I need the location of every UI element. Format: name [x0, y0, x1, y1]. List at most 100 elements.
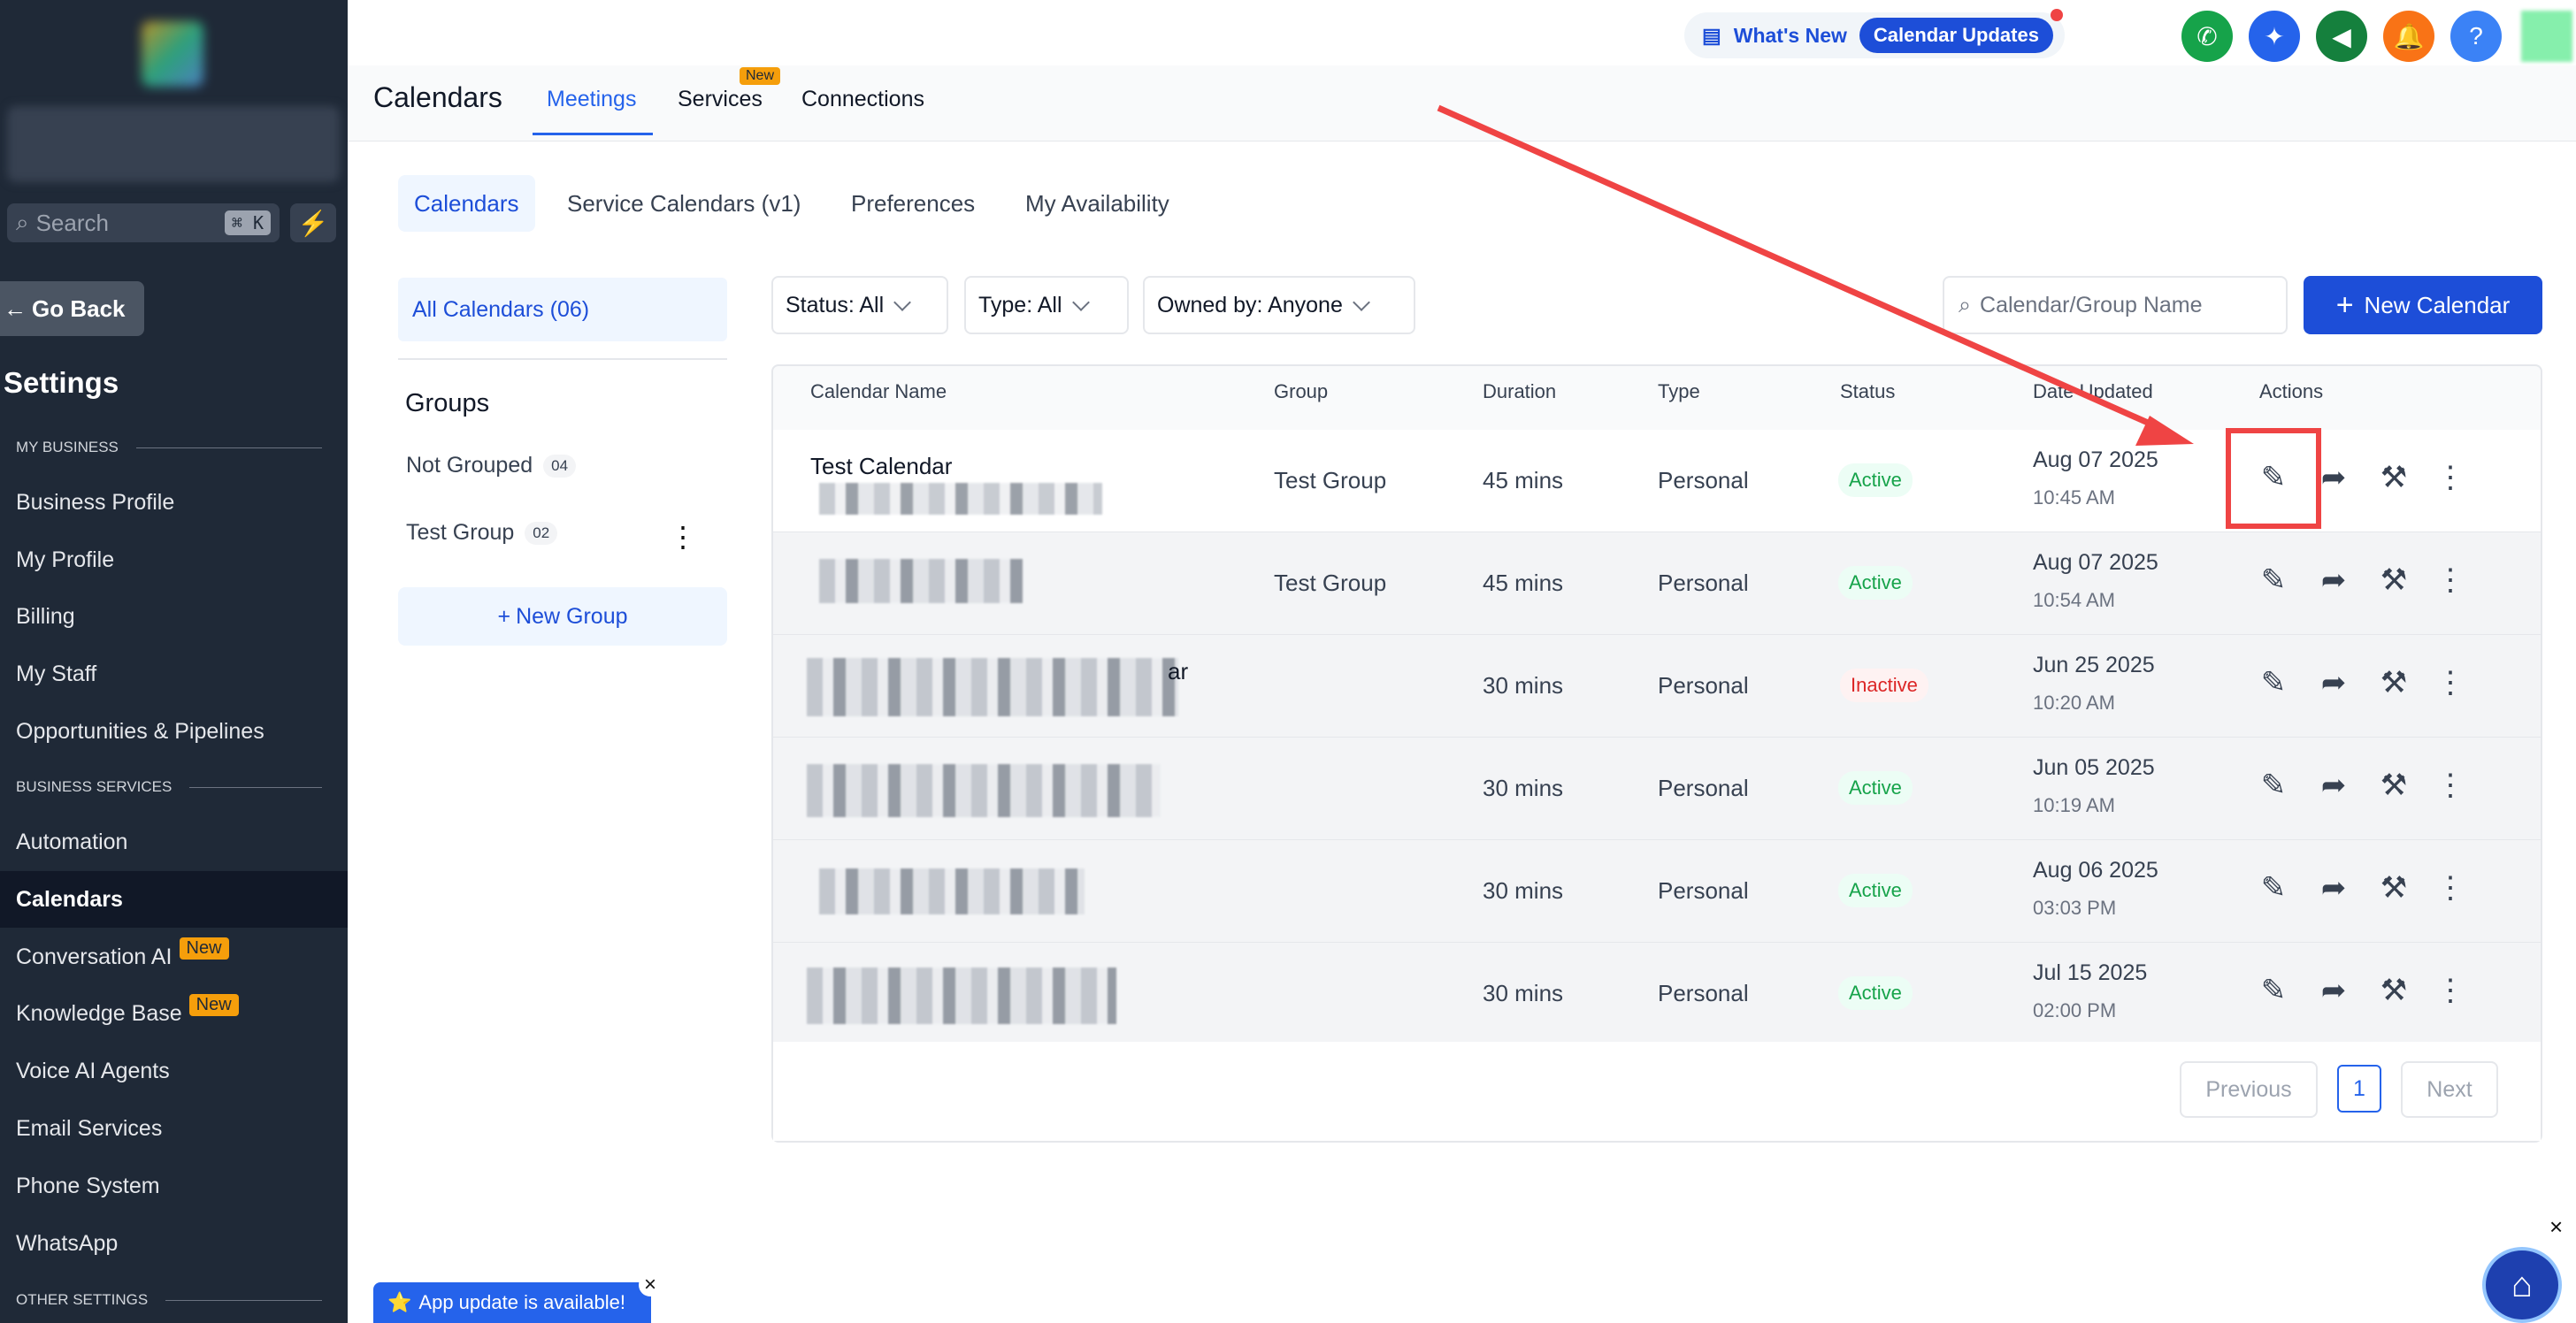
more-vertical-icon[interactable]: ⋮ — [2433, 665, 2468, 700]
account-switcher[interactable] — [7, 106, 340, 182]
sidebar-item-billing[interactable]: Billing — [0, 588, 348, 645]
tools-icon[interactable]: ⚒ — [2376, 665, 2411, 700]
sidebar-item-voice-ai[interactable]: Voice AI Agents — [0, 1043, 348, 1099]
shortcut-hint: ⌘ K — [224, 210, 271, 235]
more-vertical-icon[interactable]: ⋮ — [2433, 562, 2468, 598]
quick-actions-button[interactable]: ⚡ — [290, 203, 336, 242]
sidebar-item-label: Conversation AI — [16, 944, 172, 969]
edit-pencil-icon[interactable]: ✎ — [2256, 562, 2291, 598]
announcement-icon[interactable]: ◀ — [2316, 11, 2367, 62]
sidebar-item-calendars[interactable]: Calendars — [0, 871, 348, 928]
more-vertical-icon[interactable]: ⋮ — [669, 520, 697, 554]
tab-connections[interactable]: Connections — [801, 87, 924, 112]
phone-icon[interactable]: ✆ — [2181, 11, 2233, 62]
sidebar-item-knowledge-base[interactable]: Knowledge Base New — [0, 985, 348, 1042]
edit-pencil-icon[interactable]: ✎ — [2256, 973, 2291, 1008]
calendar-search-input[interactable]: ⌕ Calendar/Group Name — [1943, 276, 2288, 334]
go-back-button[interactable]: ← Go Back — [0, 281, 144, 336]
previous-page-button[interactable]: Previous — [2180, 1061, 2318, 1118]
tools-icon[interactable]: ⚒ — [2376, 562, 2411, 598]
sidebar-item-conversation-ai[interactable]: Conversation AI New — [0, 929, 348, 985]
chevron-down-icon — [893, 294, 912, 311]
all-calendars-item[interactable]: All Calendars (06) — [398, 278, 727, 341]
new-calendar-button[interactable]: + New Calendar — [2304, 276, 2542, 334]
avatar[interactable] — [2521, 11, 2572, 62]
calendar-name[interactable]: Test Calendar — [810, 453, 952, 480]
tools-icon[interactable]: ⚒ — [2376, 768, 2411, 803]
subtab-preferences[interactable]: Preferences — [835, 175, 991, 232]
group-item-not-grouped[interactable]: Not Grouped 04 — [406, 453, 577, 478]
group-count: 04 — [543, 454, 577, 478]
type-cell: Personal — [1658, 672, 1749, 699]
tab-meetings[interactable]: Meetings — [547, 87, 636, 112]
column-header-group: Group — [1274, 380, 1329, 402]
sidebar-item-my-profile[interactable]: My Profile — [0, 531, 348, 588]
column-header-status: Status — [1840, 380, 1896, 402]
group-name: Test Group — [406, 520, 515, 545]
group-item-test-group[interactable]: Test Group 02 — [406, 520, 558, 546]
type-filter[interactable]: Type: All — [964, 276, 1129, 334]
megaphone-icon: ▤ — [1702, 23, 1721, 47]
support-widget-icon[interactable]: ⌂ — [2482, 1247, 2562, 1323]
plus-icon: + — [2335, 287, 2354, 322]
sidebar-item-my-staff[interactable]: My Staff — [0, 646, 348, 702]
sidebar-search[interactable]: ⌕ Search ⌘ K — [7, 203, 280, 242]
column-header-actions: Actions — [2259, 380, 2324, 402]
share-icon[interactable]: ➦ — [2316, 665, 2351, 700]
section-my-business: MY BUSINESS — [16, 439, 322, 456]
search-icon: ⌕ — [1959, 292, 1972, 317]
tools-icon[interactable]: ⚒ — [2376, 870, 2411, 906]
owner-filter[interactable]: Owned by: Anyone — [1143, 276, 1415, 334]
tools-icon[interactable]: ⚒ — [2376, 973, 2411, 1008]
app-update-toast[interactable]: ⭐ App update is available! — [373, 1282, 651, 1323]
calendar-updates-pill[interactable]: Calendar Updates — [1859, 18, 2053, 53]
date-cell: Aug 07 2025 — [2033, 550, 2158, 575]
new-group-button[interactable]: + New Group — [398, 587, 727, 646]
bolt-icon: ⚡ — [297, 209, 329, 237]
tools-icon[interactable]: ⚒ — [2376, 460, 2411, 495]
edit-pencil-icon[interactable]: ✎ — [2256, 768, 2291, 803]
share-icon[interactable]: ➦ — [2316, 562, 2351, 598]
star-icon: ⭐ — [387, 1291, 412, 1313]
column-header-duration: Duration — [1483, 380, 1557, 402]
redacted-text — [819, 483, 1102, 515]
edit-pencil-icon[interactable]: ✎ — [2256, 870, 2291, 906]
subtab-calendars[interactable]: Calendars — [398, 175, 535, 232]
sidebar-item-business-profile[interactable]: Business Profile — [0, 474, 348, 531]
more-vertical-icon[interactable]: ⋮ — [2433, 973, 2468, 1008]
share-icon[interactable]: ➦ — [2316, 870, 2351, 906]
share-icon[interactable]: ➦ — [2316, 460, 2351, 495]
close-icon[interactable]: × — [639, 1273, 662, 1296]
sidebar-item-opportunities[interactable]: Opportunities & Pipelines — [0, 703, 348, 760]
share-icon[interactable]: ➦ — [2316, 973, 2351, 1008]
status-filter[interactable]: Status: All — [771, 276, 948, 334]
whats-new-label: What's New — [1733, 23, 1847, 47]
duration-cell: 30 mins — [1483, 980, 1564, 1006]
sidebar-item-phone-system[interactable]: Phone System — [0, 1158, 348, 1214]
sidebar-item-email-services[interactable]: Email Services — [0, 1100, 348, 1157]
sidebar-item-automation[interactable]: Automation — [0, 814, 348, 870]
redacted-text — [819, 868, 1085, 914]
sparkle-icon[interactable]: ✦ — [2249, 11, 2300, 62]
duration-cell: 30 mins — [1483, 877, 1564, 904]
duration-cell: 30 mins — [1483, 775, 1564, 801]
duration-cell: 45 mins — [1483, 570, 1564, 596]
share-icon[interactable]: ➦ — [2316, 768, 2351, 803]
bell-icon[interactable]: 🔔 — [2383, 11, 2434, 62]
more-vertical-icon[interactable]: ⋮ — [2433, 768, 2468, 803]
next-page-button[interactable]: Next — [2401, 1061, 2498, 1118]
more-vertical-icon[interactable]: ⋮ — [2433, 870, 2468, 906]
page-number-button[interactable]: 1 — [2337, 1065, 2381, 1113]
subtab-my-availability[interactable]: My Availability — [1009, 175, 1185, 232]
go-back-label: Go Back — [32, 294, 126, 322]
whats-new-button[interactable]: ▤ What's New Calendar Updates — [1684, 12, 2065, 58]
sidebar-item-whatsapp[interactable]: WhatsApp — [0, 1215, 348, 1272]
active-tab-indicator — [533, 133, 653, 135]
group-name: Not Grouped — [406, 453, 533, 478]
help-icon[interactable]: ? — [2450, 11, 2502, 62]
edit-pencil-icon[interactable]: ✎ — [2256, 665, 2291, 700]
subtab-service-calendars[interactable]: Service Calendars (v1) — [551, 175, 816, 232]
tab-services[interactable]: Services — [678, 87, 763, 112]
close-icon[interactable]: × — [2549, 1213, 2563, 1241]
more-vertical-icon[interactable]: ⋮ — [2433, 460, 2468, 495]
